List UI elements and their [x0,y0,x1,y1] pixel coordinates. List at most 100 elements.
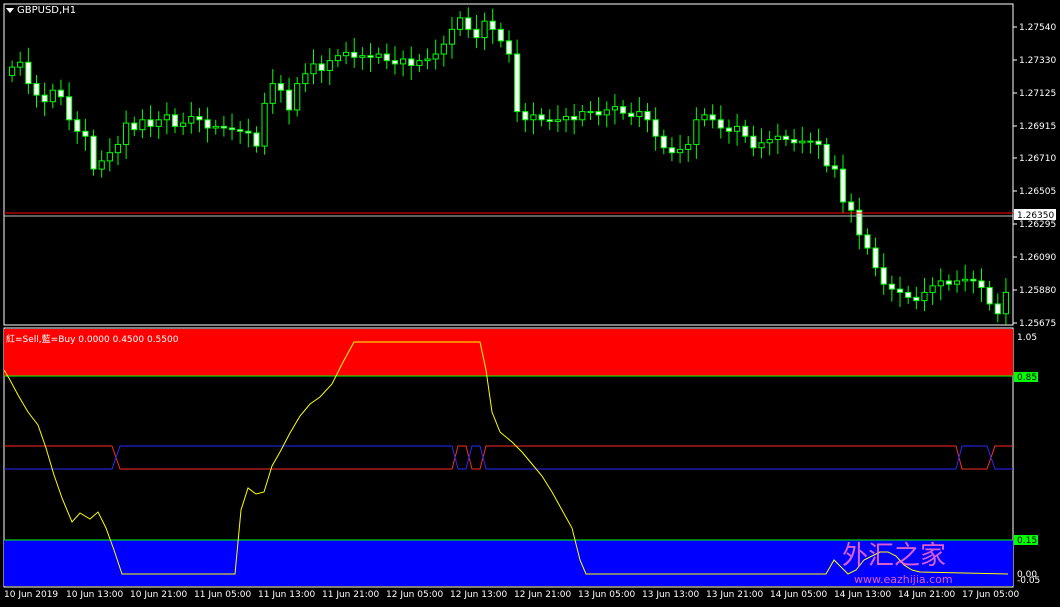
candle-body[interactable] [457,17,464,30]
candle-body[interactable] [74,119,81,132]
candle-body[interactable] [375,53,382,58]
candle-body[interactable] [791,139,798,144]
candle-body[interactable] [261,102,268,147]
candle-body[interactable] [937,280,944,287]
candle-body[interactable] [139,119,146,131]
candle-body[interactable] [424,58,431,62]
candle-body[interactable] [562,116,570,121]
chart-canvas[interactable]: 1.27540 1.27330 1.27125 1.26915 1.26710 1.265… [0,0,1060,607]
candle-body[interactable] [90,135,97,170]
candle-body[interactable] [766,139,773,144]
candle-body[interactable] [579,111,586,121]
candle-body[interactable] [587,111,594,114]
mt4-chart-window[interactable]: 1.27540 1.27330 1.27125 1.26915 1.26710 1.265… [0,0,1060,607]
candle-body[interactable] [473,28,480,39]
candle-body[interactable] [530,114,537,121]
candle-body[interactable] [774,135,781,141]
candle-body[interactable] [269,83,276,104]
candle-body[interactable] [416,60,423,67]
candle-body[interactable] [285,89,293,111]
candle-body[interactable] [1002,291,1010,315]
candle-body[interactable] [546,119,553,122]
candle-body[interactable] [277,83,285,91]
candle-body[interactable] [489,20,496,30]
candle-body[interactable] [595,111,602,116]
candle-body[interactable] [986,286,993,305]
candle-body[interactable] [864,234,871,249]
candle-body[interactable] [440,43,447,55]
chart-title[interactable]: GBPUSD,H1 [6,5,76,16]
candle-body[interactable] [399,58,407,65]
candle-body[interactable] [978,280,985,288]
candle-body[interactable] [33,83,40,96]
candle-body[interactable] [318,63,325,71]
candle-body[interactable] [815,140,822,145]
candle-body[interactable] [147,119,154,127]
candle-body[interactable] [856,209,863,236]
candle-body[interactable] [465,17,472,30]
candle-body[interactable] [929,285,936,293]
candle-body[interactable] [888,283,895,290]
candle-body[interactable] [896,288,904,293]
candle-body[interactable] [872,247,879,269]
candle-body[interactable] [994,303,1001,315]
candle-body[interactable] [383,53,390,62]
candle-body[interactable] [953,280,961,285]
candle-body[interactable] [17,61,24,68]
candle-body[interactable] [823,143,830,167]
candle-body[interactable] [554,119,561,122]
candle-body[interactable] [522,111,529,121]
candle-body[interactable] [709,114,716,121]
candle-body[interactable] [367,55,374,58]
candle-body[interactable] [962,278,969,282]
candle-body[interactable] [188,116,195,124]
candle-body[interactable] [114,143,122,154]
candle-body[interactable] [351,51,358,58]
candle-body[interactable] [8,66,16,76]
candle-body[interactable] [49,89,56,103]
candle-body[interactable] [701,114,708,121]
candle-body[interactable] [742,125,749,137]
candle-body[interactable] [905,291,912,298]
candle-body[interactable] [245,130,252,134]
candle-body[interactable] [848,201,855,211]
candle-body[interactable] [611,106,619,111]
candle-body[interactable] [505,40,513,55]
candle-body[interactable] [636,111,643,118]
candle-body[interactable] [220,125,227,129]
candle-body[interactable] [750,135,757,149]
candle-body[interactable] [180,122,187,127]
candle-body[interactable] [204,119,211,129]
candle-body[interactable] [326,60,333,71]
triangle-down-icon[interactable] [6,7,14,13]
candle-body[interactable] [57,89,65,98]
candle-body[interactable] [106,152,113,162]
candle-body[interactable] [25,61,32,85]
candle-body[interactable] [571,116,578,121]
candle-body[interactable] [913,296,920,302]
candle-body[interactable] [717,119,724,129]
candle-body[interactable] [799,140,806,144]
candle-body[interactable] [970,278,977,282]
candle-body[interactable] [652,119,659,137]
candle-body[interactable] [432,53,439,60]
candle-body[interactable] [676,148,684,154]
candle-body[interactable] [342,51,350,57]
candle-body[interactable] [302,73,309,85]
candle-body[interactable] [807,140,814,143]
candle-body[interactable] [408,58,415,67]
candle-body[interactable] [733,125,741,132]
candle-body[interactable] [310,63,317,75]
candle-body[interactable] [448,28,456,45]
candle-body[interactable] [497,28,504,42]
candle-body[interactable] [758,142,765,149]
candle-body[interactable] [725,127,733,132]
candle-body[interactable] [391,60,399,65]
candle-body[interactable] [839,168,847,203]
candle-body[interactable] [196,116,203,121]
candle-body[interactable] [131,122,138,131]
candle-body[interactable] [481,20,488,39]
candle-body[interactable] [668,147,676,154]
candle-body[interactable] [171,114,179,127]
candle-body[interactable] [163,114,170,121]
